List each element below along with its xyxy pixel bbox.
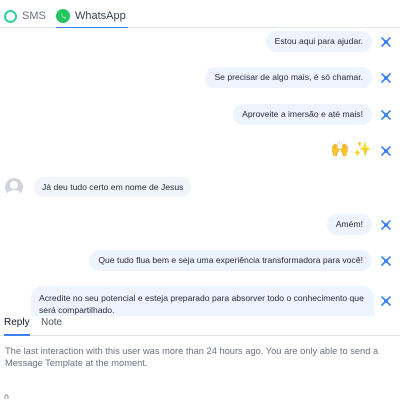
tab-whatsapp[interactable]: WhatsApp — [56, 4, 128, 29]
user-avatar — [5, 178, 23, 196]
message-text: Já deu tudo certo em nome de Jesus — [42, 181, 184, 192]
outgoing-message: Aproveite a imersão e até mais! — [233, 104, 372, 125]
outgoing-message: Amém! — [326, 214, 372, 235]
outgoing-message: Acredite no seu potencial e esteja prepa… — [31, 286, 374, 316]
whatsapp-icon — [56, 9, 70, 23]
attachment-icon[interactable] — [4, 394, 12, 400]
conversation-thread: Estou aqui para ajudar. Se precisar de a… — [0, 28, 400, 316]
failed-x-icon[interactable] — [380, 109, 392, 121]
tab-reply[interactable]: Reply — [4, 317, 30, 336]
tab-whatsapp-label: WhatsApp — [75, 10, 126, 22]
tab-sms-label: SMS — [22, 10, 46, 22]
sms-icon — [4, 9, 17, 23]
incoming-message: Já deu tudo certo em nome de Jesus — [34, 177, 192, 197]
template-only-notice: The last interaction with this user was … — [5, 346, 379, 369]
message-text: Estou aqui para ajudar. — [274, 36, 363, 47]
message-text: Que tudo flua bem e seja uma experiência… — [98, 255, 363, 266]
channel-tabs: SMS WhatsApp — [0, 0, 400, 29]
message-text: Se precisar de algo mais, é só chamar. — [214, 72, 363, 83]
emoji-message: 🙌 ✨ — [330, 141, 372, 158]
failed-x-icon[interactable] — [380, 255, 392, 267]
tab-sms[interactable]: SMS — [4, 4, 46, 28]
message-text: Amém! — [335, 219, 363, 230]
outgoing-message: Que tudo flua bem e seja uma experiência… — [89, 250, 372, 271]
failed-x-icon[interactable] — [380, 219, 392, 231]
outgoing-message: Se precisar de algo mais, é só chamar. — [205, 67, 372, 88]
message-text: Aproveite a imersão e até mais! — [242, 109, 363, 120]
composer-tabs: Reply Note — [0, 316, 400, 336]
outgoing-message: Estou aqui para ajudar. — [265, 31, 372, 52]
failed-x-icon[interactable] — [380, 72, 392, 84]
failed-x-icon[interactable] — [380, 36, 392, 48]
message-text: Acredite no seu potencial e esteja prepa… — [39, 293, 364, 316]
tab-note[interactable]: Note — [41, 317, 62, 328]
failed-x-icon[interactable] — [380, 295, 392, 307]
failed-x-icon[interactable] — [380, 145, 392, 157]
